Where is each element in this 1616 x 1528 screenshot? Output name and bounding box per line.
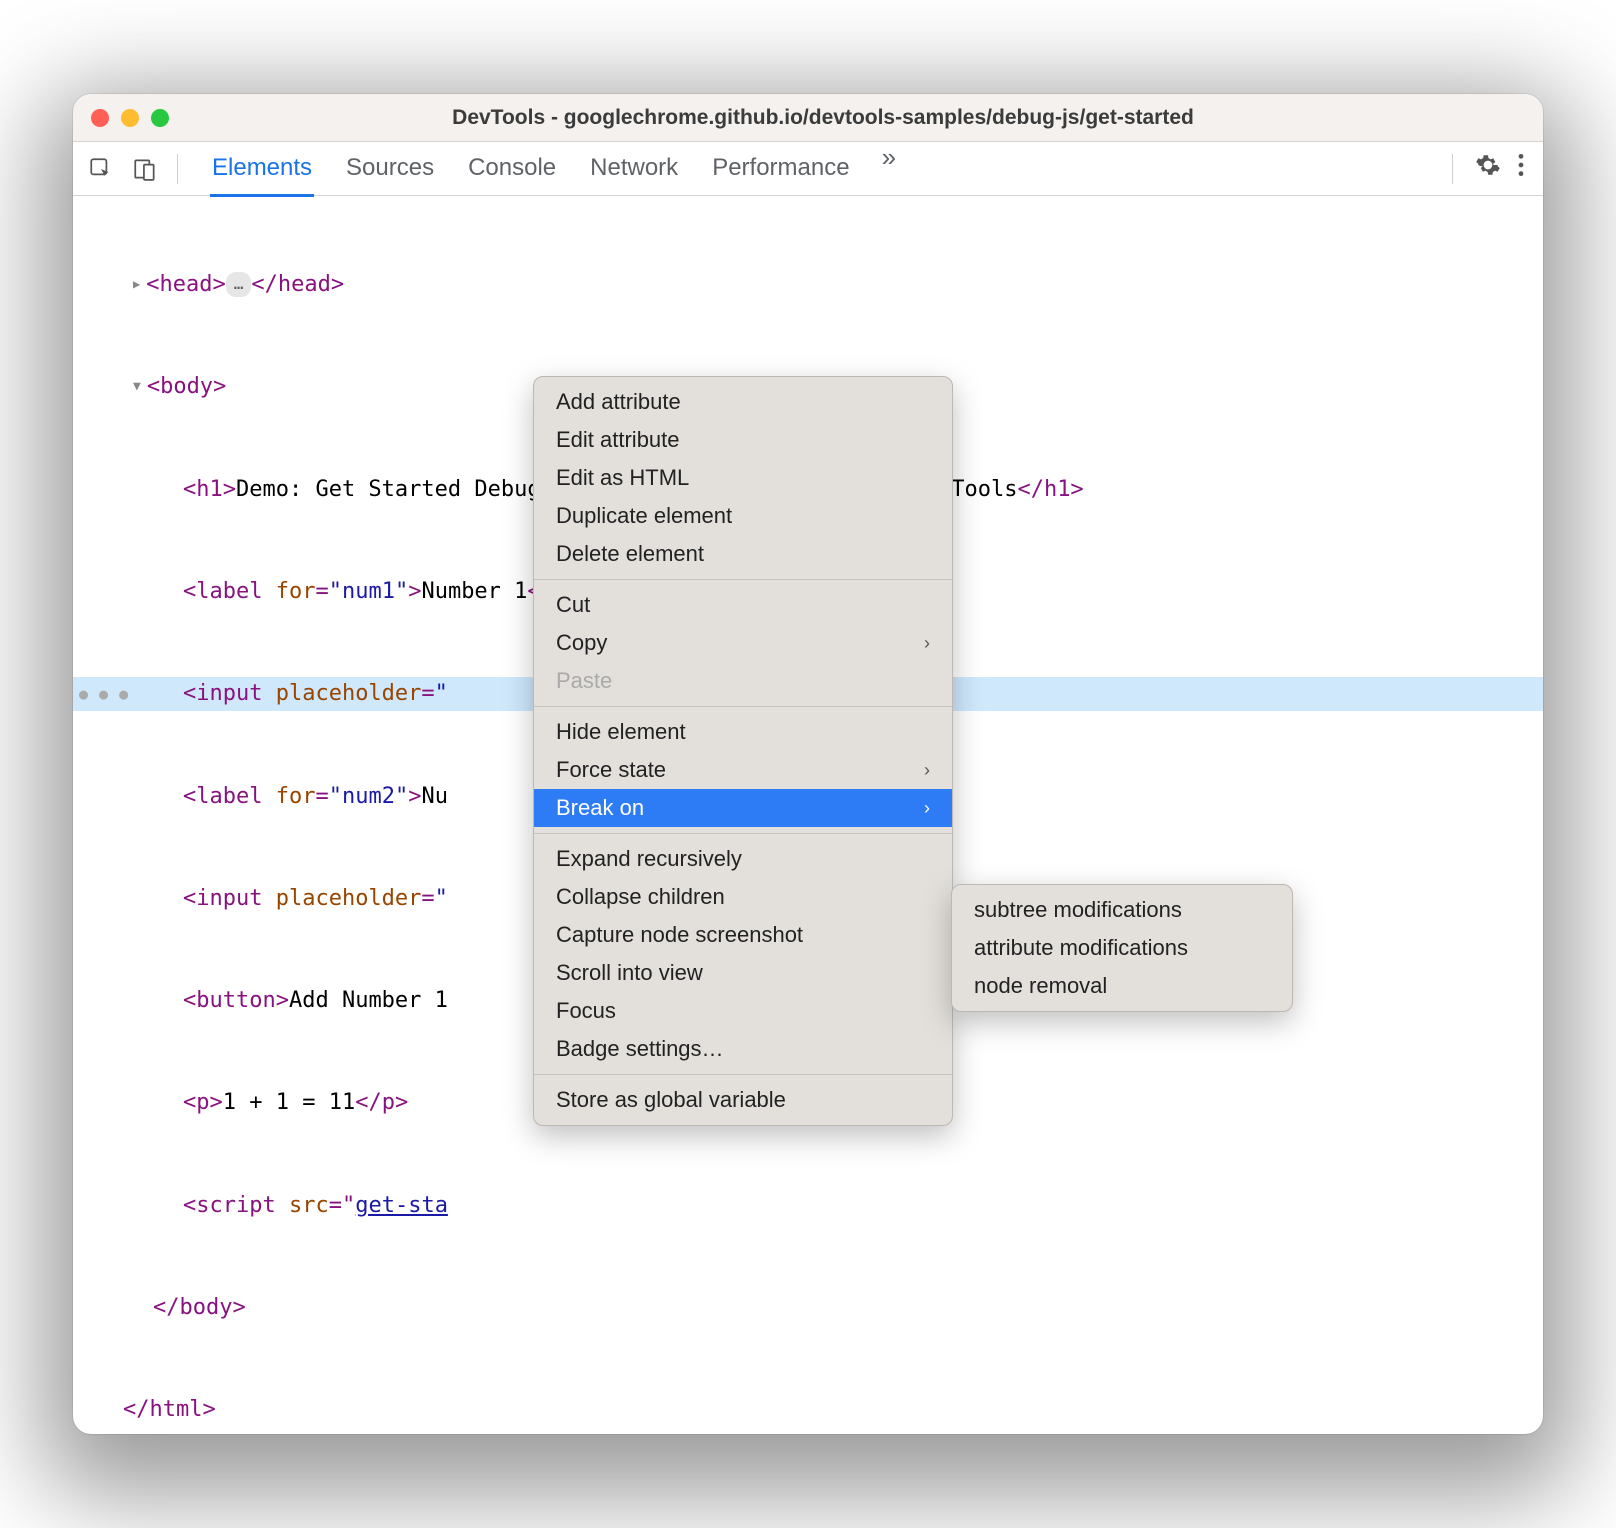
gutter-dots-icon[interactable]: ● ● ● — [79, 683, 129, 706]
main-toolbar: Elements Sources Console Network Perform… — [73, 142, 1543, 196]
close-window-button[interactable] — [91, 109, 109, 127]
tab-console[interactable]: Console — [466, 142, 558, 195]
ctx-force-state[interactable]: Force state› — [534, 751, 952, 789]
dom-html-close[interactable]: </html> — [73, 1393, 1543, 1427]
ctx-capture-node-screenshot[interactable]: Capture node screenshot — [534, 916, 952, 954]
submenu-subtree-modifications[interactable]: subtree modifications — [952, 891, 1292, 929]
toolbar-right — [1446, 152, 1525, 185]
devtools-window: DevTools - googlechrome.github.io/devtoo… — [73, 94, 1543, 1434]
break-on-submenu: subtree modifications attribute modifica… — [951, 884, 1293, 1012]
more-tabs-icon[interactable]: » — [882, 142, 896, 195]
dom-script[interactable]: <script src="get-sta — [73, 1189, 1543, 1223]
settings-icon[interactable] — [1475, 152, 1501, 185]
separator — [1452, 154, 1453, 184]
ctx-duplicate-element[interactable]: Duplicate element — [534, 497, 952, 535]
window-title: DevTools - googlechrome.github.io/devtoo… — [121, 106, 1525, 130]
ctx-expand-recursively[interactable]: Expand recursively — [534, 840, 952, 878]
device-toolbar-icon[interactable] — [127, 151, 163, 187]
ctx-focus[interactable]: Focus — [534, 992, 952, 1030]
ctx-break-on[interactable]: Break on› — [534, 789, 952, 827]
submenu-node-removal[interactable]: node removal — [952, 967, 1292, 1005]
separator — [177, 154, 178, 184]
dom-body-close[interactable]: </body> — [73, 1291, 1543, 1325]
kebab-menu-icon[interactable] — [1517, 152, 1525, 185]
submenu-attribute-modifications[interactable]: attribute modifications — [952, 929, 1292, 967]
tab-network[interactable]: Network — [588, 142, 680, 195]
ctx-delete-element[interactable]: Delete element — [534, 535, 952, 573]
ctx-badge-settings[interactable]: Badge settings… — [534, 1030, 952, 1068]
inspect-element-icon[interactable] — [83, 151, 119, 187]
chevron-right-icon: › — [924, 798, 930, 819]
dom-head[interactable]: <head>…</head> — [73, 268, 1543, 302]
tab-elements[interactable]: Elements — [210, 142, 314, 197]
ctx-paste: Paste — [534, 662, 952, 700]
separator — [534, 706, 952, 707]
panel-tabs: Elements Sources Console Network Perform… — [210, 142, 1438, 195]
ctx-hide-element[interactable]: Hide element — [534, 713, 952, 751]
tab-sources[interactable]: Sources — [344, 142, 436, 195]
chevron-right-icon: › — [924, 633, 930, 654]
ctx-add-attribute[interactable]: Add attribute — [534, 383, 952, 421]
ctx-cut[interactable]: Cut — [534, 586, 952, 624]
chevron-right-icon: › — [924, 760, 930, 781]
ctx-store-global-variable[interactable]: Store as global variable — [534, 1081, 952, 1119]
ctx-copy[interactable]: Copy› — [534, 624, 952, 662]
separator — [534, 833, 952, 834]
ctx-scroll-into-view[interactable]: Scroll into view — [534, 954, 952, 992]
separator — [534, 579, 952, 580]
ellipsis-icon[interactable]: … — [226, 272, 252, 297]
ctx-edit-attribute[interactable]: Edit attribute — [534, 421, 952, 459]
ctx-collapse-children[interactable]: Collapse children — [534, 878, 952, 916]
titlebar: DevTools - googlechrome.github.io/devtoo… — [73, 94, 1543, 142]
context-menu: Add attribute Edit attribute Edit as HTM… — [533, 376, 953, 1126]
tab-performance[interactable]: Performance — [710, 142, 851, 195]
ctx-edit-as-html[interactable]: Edit as HTML — [534, 459, 952, 497]
separator — [534, 1074, 952, 1075]
